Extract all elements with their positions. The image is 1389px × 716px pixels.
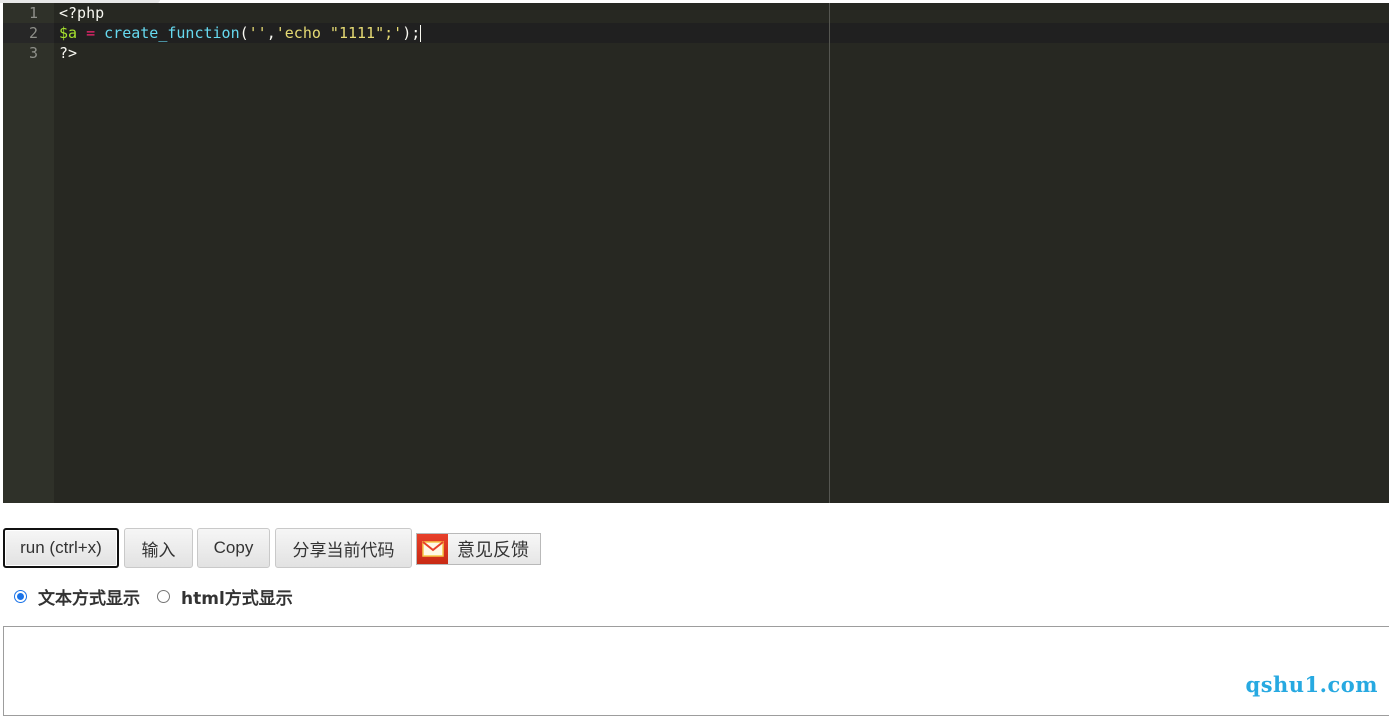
code-editor[interactable]: 1 2 3 <?php $a = create_function('','ech… — [3, 3, 1389, 503]
code-content[interactable]: <?php $a = create_function('','echo "111… — [59, 3, 422, 63]
feedback-label: 意见反馈 — [457, 540, 529, 561]
html-mode-radio[interactable] — [157, 589, 170, 603]
string-token: 'echo "1111";' — [275, 24, 403, 42]
line-number: 3 — [28, 44, 38, 62]
share-code-button[interactable]: 分享当前代码 — [275, 528, 412, 568]
text-mode-label[interactable]: 文本方式显示 — [38, 584, 140, 609]
site-watermark: qshu1.com — [1245, 672, 1378, 697]
code-line-3: ?> — [59, 43, 421, 63]
display-mode-options: 文本方式显示 html方式显示 — [14, 584, 310, 609]
text-cursor — [420, 25, 422, 42]
code-line-1: <?php — [59, 3, 421, 23]
feedback-button[interactable]: 意见反馈 — [416, 533, 541, 565]
string-token: '' — [248, 24, 267, 42]
html-mode-label[interactable]: html方式显示 — [181, 584, 293, 609]
text-mode-radio[interactable] — [14, 589, 27, 603]
run-button[interactable]: run (ctrl+x) — [3, 528, 119, 568]
output-panel[interactable] — [3, 626, 1389, 716]
input-button[interactable]: 输入 — [124, 528, 193, 568]
paren-token: ( — [239, 24, 249, 42]
function-token: create_function — [104, 24, 240, 42]
close-token: ); — [402, 24, 421, 42]
code-line-2: $a = create_function('','echo "1111";'); — [59, 23, 422, 43]
line-number-gutter: 1 2 3 — [3, 3, 54, 503]
php-open-tag: <?php — [59, 4, 105, 22]
line-number: 2 — [3, 23, 54, 43]
comma-token: , — [266, 24, 276, 42]
mail-icon — [417, 534, 448, 564]
copy-button[interactable]: Copy — [197, 528, 270, 568]
php-close-tag: ?> — [59, 44, 78, 62]
operator-token: = — [77, 24, 105, 42]
line-number: 1 — [28, 4, 38, 22]
print-margin — [829, 3, 830, 503]
variable-token: $a — [59, 24, 78, 42]
